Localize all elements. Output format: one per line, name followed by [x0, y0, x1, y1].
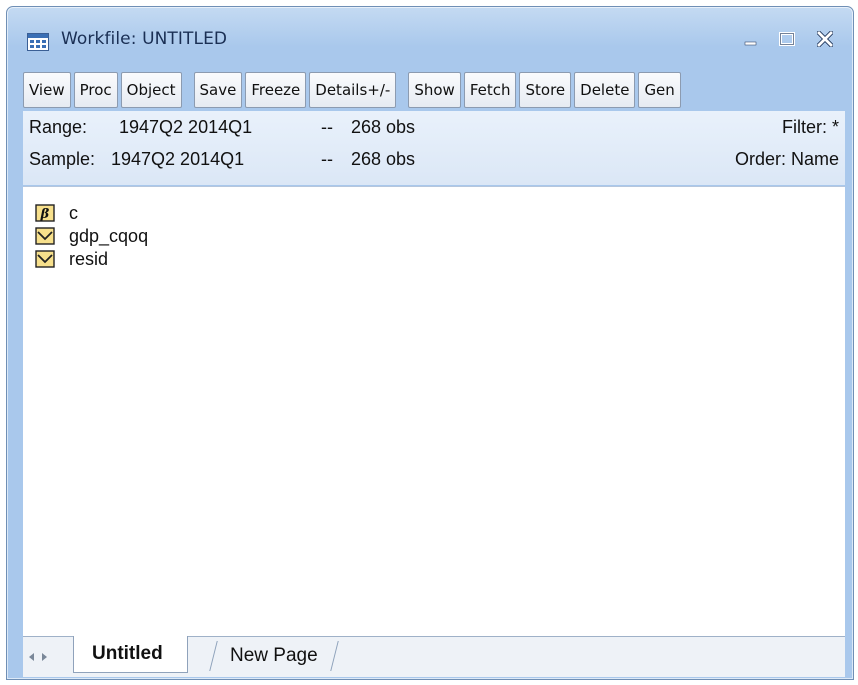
- coefficient-icon: β: [35, 204, 55, 222]
- object-name: resid: [69, 248, 109, 269]
- sample-label: Sample:: [29, 149, 96, 169]
- list-item[interactable]: gdp_cqoq: [35, 226, 148, 246]
- tab-untitled[interactable]: Untitled: [73, 636, 188, 673]
- minimize-icon: [744, 41, 757, 46]
- workfile-window: Workfile: UNTITLED View Proc Object Save…: [6, 6, 854, 680]
- sample-obs: 268 obs: [351, 149, 416, 169]
- page-tab-bar: Untitled New Page: [23, 636, 845, 677]
- list-item[interactable]: β c: [35, 203, 78, 223]
- list-item[interactable]: resid: [35, 249, 108, 269]
- close-button[interactable]: [811, 27, 839, 51]
- toolbar: View Proc Object Save Freeze Details+/- …: [23, 72, 853, 108]
- show-button[interactable]: Show: [408, 72, 461, 108]
- fetch-button[interactable]: Fetch: [463, 72, 517, 108]
- save-button[interactable]: Save: [193, 72, 243, 108]
- freeze-button[interactable]: Freeze: [245, 72, 307, 108]
- scroll-left-icon[interactable]: [27, 652, 35, 662]
- order-label: Order: Name: [734, 149, 839, 169]
- sample-value: 1947Q2 2014Q1: [111, 149, 245, 169]
- range-separator: --: [321, 117, 333, 137]
- series-icon: [35, 227, 55, 245]
- object-name: gdp_cqoq: [69, 225, 149, 246]
- window-title: Workfile: UNTITLED: [61, 29, 228, 49]
- proc-button[interactable]: Proc: [73, 72, 118, 108]
- maximize-button[interactable]: [773, 27, 801, 51]
- toolbar-separator: [185, 72, 191, 108]
- genr-button[interactable]: Gen: [638, 72, 681, 108]
- tab-scroll-arrows: [27, 649, 67, 665]
- view-button[interactable]: View: [23, 72, 71, 108]
- svg-text:β: β: [40, 207, 50, 222]
- object-button[interactable]: Object: [120, 72, 182, 108]
- tab-label: New Page: [230, 645, 318, 666]
- workfile-info-panel: Range: 1947Q2 2014Q1 -- 268 obs Filter: …: [23, 111, 845, 185]
- sample-row[interactable]: Sample: 1947Q2 2014Q1 -- 268 obs Order: …: [29, 149, 839, 179]
- filter-label: Filter: *: [781, 117, 839, 137]
- details-button[interactable]: Details+/-: [309, 72, 397, 108]
- range-obs: 268 obs: [351, 117, 416, 137]
- tab-new-page[interactable]: New Page: [209, 641, 339, 671]
- range-value: 1947Q2 2014Q1: [119, 117, 253, 137]
- object-name: c: [69, 202, 78, 223]
- minimize-button[interactable]: [737, 27, 765, 51]
- delete-button[interactable]: Delete: [574, 72, 636, 108]
- range-row[interactable]: Range: 1947Q2 2014Q1 -- 268 obs Filter: …: [29, 117, 839, 147]
- sample-separator: --: [321, 149, 333, 169]
- toolbar-separator: [399, 72, 405, 108]
- store-button[interactable]: Store: [519, 72, 572, 108]
- maximize-icon: [779, 32, 795, 46]
- range-label: Range:: [29, 117, 88, 137]
- object-list[interactable]: β c gdp_cqoq resid: [23, 186, 845, 637]
- title-bar[interactable]: Workfile: UNTITLED: [7, 7, 853, 61]
- workfile-icon: [27, 33, 49, 51]
- scroll-right-icon[interactable]: [41, 652, 49, 662]
- series-icon: [35, 250, 55, 268]
- close-icon: [817, 31, 833, 47]
